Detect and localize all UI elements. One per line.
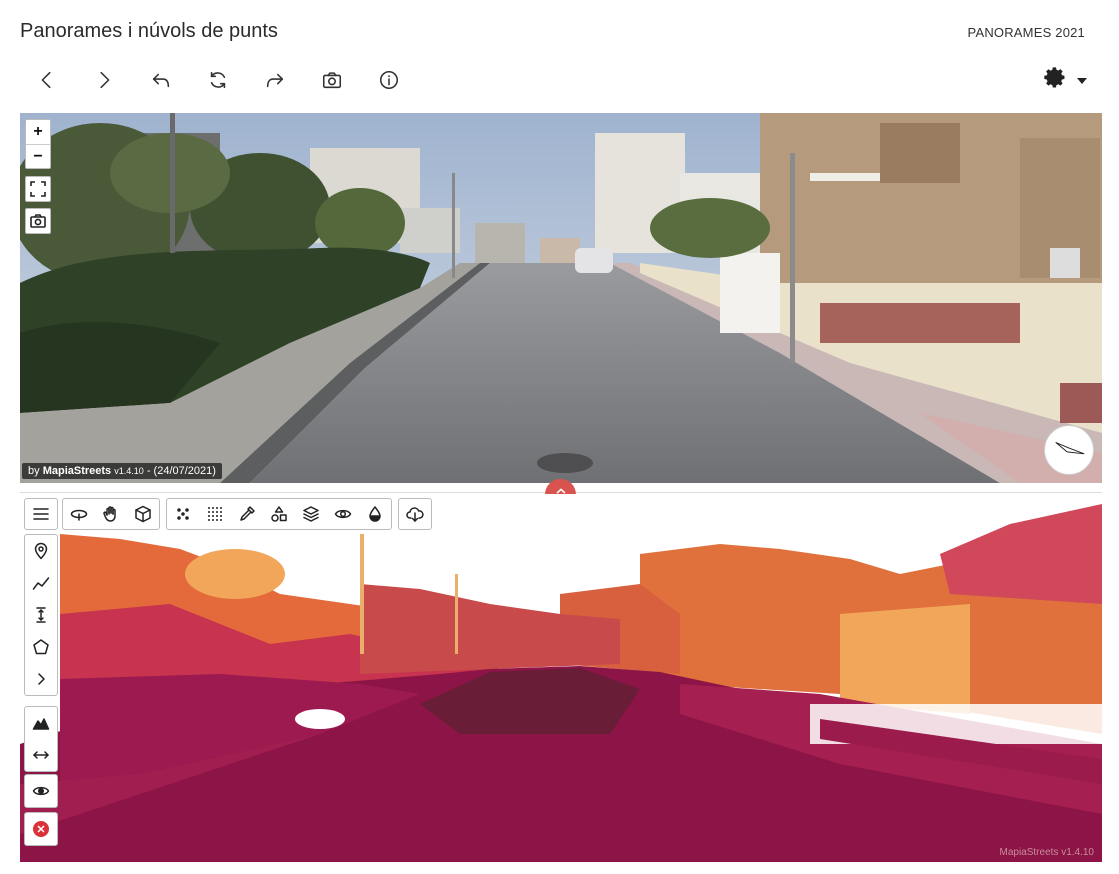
chevron-down-icon: [1077, 77, 1087, 84]
page-title: Panorames i núvols de punts: [20, 20, 278, 42]
shapes-icon: [271, 506, 287, 522]
panorama-viewer[interactable]: + − by MapiaStreets v1.4.10 - (24/07/202…: [20, 113, 1102, 483]
refresh-icon: [210, 71, 226, 89]
navigation-mode-group: [62, 498, 160, 530]
app-page: Panorames i núvols de punts PANORAMES 20…: [0, 0, 1119, 874]
points-sparse-icon: [177, 508, 189, 520]
compass-icon: [1055, 441, 1085, 455]
navigation-toolbar: [30, 64, 429, 96]
measure-tools-group: [24, 534, 58, 696]
previous-button[interactable]: [30, 64, 64, 96]
dataset-selector[interactable]: PANORAMES 2021: [968, 25, 1085, 40]
camera-icon: [322, 72, 342, 89]
sparse-points-button[interactable]: [167, 499, 199, 529]
pan-mode-button[interactable]: [95, 499, 127, 529]
cloud-download-icon: [406, 507, 424, 522]
terrain-profile-icon: [32, 718, 50, 730]
undo-icon: [152, 73, 170, 88]
orbit-mode-button[interactable]: [63, 499, 95, 529]
download-button[interactable]: [399, 499, 431, 529]
color-ramp-button[interactable]: [359, 499, 391, 529]
undo-button[interactable]: [144, 64, 178, 96]
drop-icon: [369, 506, 381, 522]
zoom-out-button[interactable]: −: [26, 144, 50, 168]
download-tool-group: [398, 498, 432, 530]
refresh-button[interactable]: [201, 64, 235, 96]
color-picker-button[interactable]: [231, 499, 263, 529]
attribution-date: - (24/07/2021): [143, 465, 216, 477]
points-dense-icon: [208, 507, 222, 521]
redo-icon: [266, 73, 284, 88]
horizontal-distance-button[interactable]: [25, 739, 57, 771]
visibility-button[interactable]: [327, 499, 359, 529]
next-button[interactable]: [87, 64, 121, 96]
viewer-watermark: MapiaStreets v1.4.10: [999, 847, 1095, 858]
pan-hand-icon: [103, 506, 116, 522]
height-measure-button[interactable]: [25, 599, 57, 631]
dense-points-button[interactable]: [199, 499, 231, 529]
height-measure-icon: [36, 607, 46, 623]
street-panorama-image: [20, 113, 1102, 483]
pipette-icon: [240, 506, 255, 521]
eye-icon: [32, 786, 50, 796]
redo-button[interactable]: [258, 64, 292, 96]
eye-icon: [334, 509, 352, 519]
attribution-prefix: by: [28, 465, 43, 477]
clear-tools-group: ✕: [24, 812, 58, 846]
chevron-right-icon: [100, 71, 110, 89]
more-tools-button[interactable]: [25, 663, 57, 695]
info-icon: [379, 70, 399, 90]
cube-icon: [135, 505, 151, 523]
location-pin-icon: [34, 542, 48, 560]
orbit-icon: [70, 509, 88, 521]
menu-button[interactable]: [25, 499, 57, 529]
clear-measurements-button[interactable]: ✕: [25, 813, 57, 845]
attribution-brand: MapiaStreets: [42, 465, 112, 477]
shapes-button[interactable]: [263, 499, 295, 529]
toggle-visibility-button[interactable]: [25, 775, 57, 807]
point-cloud-render: [20, 494, 1102, 862]
point-cloud-viewer[interactable]: ✕ MapiaStreets v1.4.10: [20, 494, 1102, 862]
compass-button[interactable]: [1044, 425, 1094, 475]
info-button[interactable]: [372, 64, 406, 96]
fullscreen-button[interactable]: [25, 176, 51, 202]
chevron-right-icon: [38, 673, 45, 685]
zoom-controls: + −: [25, 119, 51, 169]
panorama-attribution: by MapiaStreets v1.4.10 - (24/07/2021): [22, 463, 222, 479]
close-icon: ✕: [33, 821, 49, 837]
zoom-in-button[interactable]: +: [26, 120, 50, 144]
layers-icon: [303, 506, 319, 522]
menu-tool-group: [24, 498, 58, 530]
display-tools-group: [166, 498, 392, 530]
gear-icon: [1043, 66, 1067, 95]
profile-tools-group: [24, 706, 58, 772]
panorama-snapshot-button[interactable]: [25, 208, 51, 234]
polygon-icon: [33, 639, 49, 655]
terrain-profile-button[interactable]: [25, 707, 57, 739]
camera-icon: [30, 214, 46, 228]
point-measure-button[interactable]: [25, 535, 57, 567]
fullscreen-icon: [30, 181, 46, 197]
area-measure-button[interactable]: [25, 631, 57, 663]
distance-measure-button[interactable]: [25, 567, 57, 599]
layers-button[interactable]: [295, 499, 327, 529]
settings-menu-button[interactable]: [1043, 66, 1087, 95]
snapshot-button[interactable]: [315, 64, 349, 96]
chevron-left-icon: [41, 71, 51, 89]
view-tools-group: [24, 774, 58, 808]
polyline-icon: [32, 577, 50, 590]
cube-view-button[interactable]: [127, 499, 159, 529]
attribution-version: v1.4.10: [114, 466, 144, 476]
menu-icon: [33, 508, 49, 520]
distance-arrows-icon: [33, 751, 49, 759]
